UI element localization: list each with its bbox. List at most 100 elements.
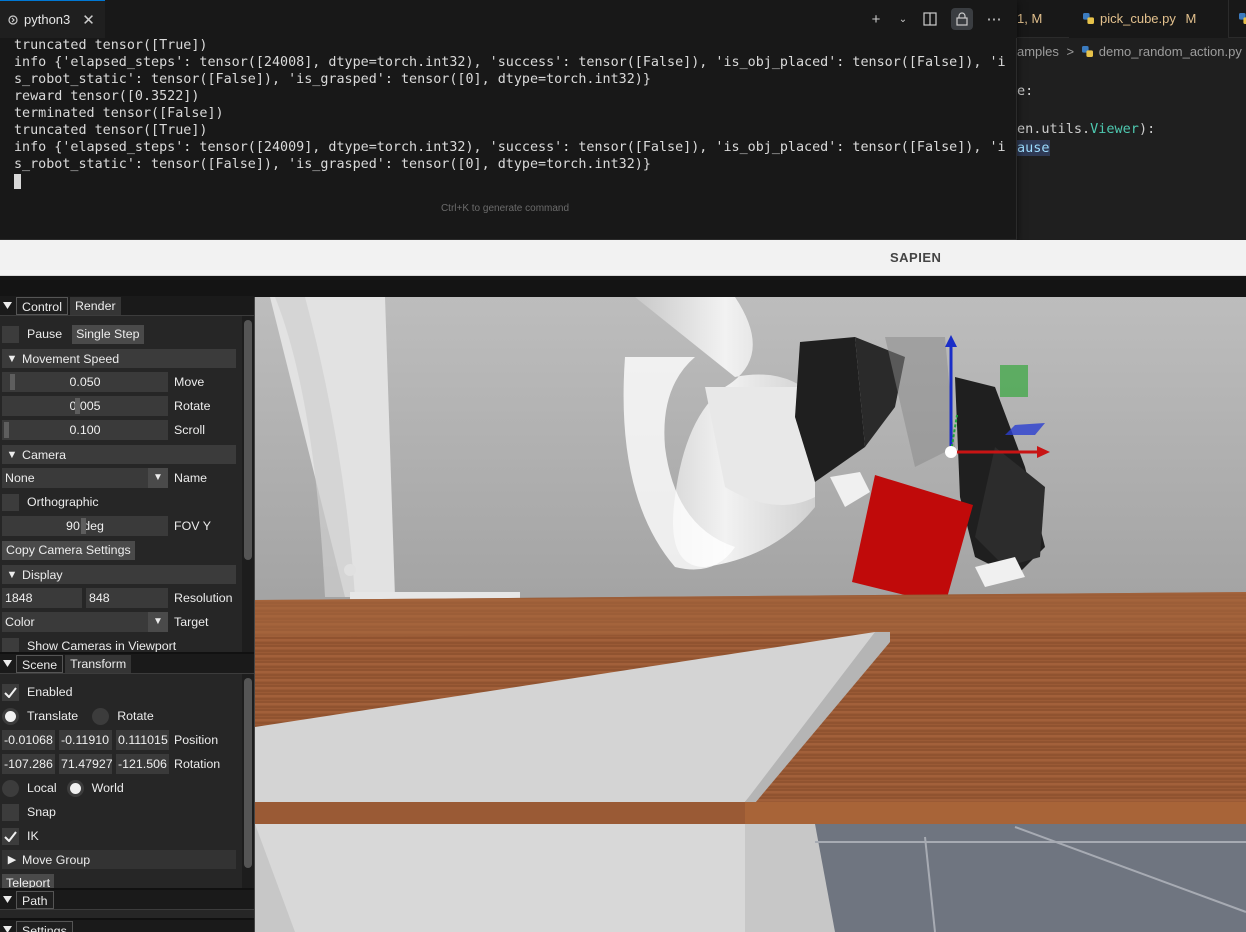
header-label: Display xyxy=(22,567,63,582)
sapien-titlebar[interactable]: SAPIEN xyxy=(0,240,1246,276)
gizmo-xz-plane xyxy=(1000,365,1028,397)
slider-value: 0.100 xyxy=(69,423,101,437)
target-dropdown[interactable]: Color ▼ xyxy=(2,612,168,632)
gizmo-mode-row: Translate Rotate xyxy=(2,706,154,726)
collapse-arrow-icon[interactable] xyxy=(0,654,14,674)
resolution-height-input[interactable]: 848 xyxy=(86,588,168,608)
terminal-hint: Ctrl+K to generate command xyxy=(440,203,570,214)
rotation-y-input[interactable]: 71.47927 xyxy=(59,754,112,774)
collapse-arrow-icon[interactable] xyxy=(0,296,14,316)
rotate-label: Rotate xyxy=(117,709,154,723)
move-group-header[interactable]: ▶ Move Group xyxy=(2,850,236,869)
terminal-cursor xyxy=(14,174,21,189)
translate-label: Translate xyxy=(27,709,79,723)
camera-name-label: Name xyxy=(174,471,208,485)
slider-grab[interactable] xyxy=(81,518,86,534)
collapse-arrow-icon[interactable] xyxy=(0,890,14,910)
terminal-tab[interactable]: python3 ✕ xyxy=(0,0,105,38)
single-step-button[interactable]: Single Step xyxy=(72,324,144,344)
dropdown-arrow-icon[interactable]: ▼ xyxy=(148,468,168,488)
scroll-thumb[interactable] xyxy=(244,678,252,868)
pause-checkbox[interactable] xyxy=(2,325,19,343)
terminal-line: info {'elapsed_steps': tensor([24008], d… xyxy=(14,55,1006,70)
translate-radio[interactable] xyxy=(2,707,19,725)
viewport-render xyxy=(255,297,1246,932)
chevron-down-icon[interactable]: ⌄ xyxy=(897,8,909,30)
path-panel: Path xyxy=(0,888,254,918)
terminal-line: truncated tensor([True]) xyxy=(14,123,208,138)
position-z-input[interactable]: 0.111015 xyxy=(116,730,169,750)
scene-scrollbar[interactable] xyxy=(242,674,254,888)
scroll-speed-slider[interactable]: 0.100 xyxy=(2,420,168,440)
fov-slider[interactable]: 90 deg xyxy=(2,516,168,536)
chevron-right-icon: ▶ xyxy=(7,854,17,866)
code-line: en.utils.Viewer): xyxy=(1017,121,1155,137)
camera-header[interactable]: ▼ Camera xyxy=(2,445,236,464)
position-x-input[interactable]: -0.01068 xyxy=(2,730,55,750)
collapse-arrow-icon[interactable] xyxy=(0,920,14,932)
move-speed-slider[interactable]: 0.050 xyxy=(2,372,168,392)
tab-path[interactable]: Path xyxy=(16,890,54,909)
3d-viewport[interactable] xyxy=(255,297,1246,932)
breadcrumb-folder[interactable]: amples xyxy=(1017,44,1059,59)
display-header[interactable]: ▼ Display xyxy=(2,565,236,584)
editor-tab-bar: 1, M pick_cube.py M xyxy=(1017,0,1246,38)
rotation-z-input[interactable]: -121.506 xyxy=(116,754,169,774)
copy-camera-settings-button[interactable]: Copy Camera Settings xyxy=(2,541,135,560)
tab-render[interactable]: Render xyxy=(69,296,121,315)
teleport-button[interactable]: Teleport xyxy=(2,874,55,888)
tab-transform[interactable]: Transform xyxy=(65,654,132,673)
gizmo-center xyxy=(945,446,957,458)
position-label: Position xyxy=(174,733,219,747)
editor-tab-partial-right[interactable] xyxy=(1229,0,1246,38)
movement-speed-header[interactable]: ▼ Movement Speed xyxy=(2,349,236,368)
editor-tab-pick-cube[interactable]: pick_cube.py M xyxy=(1069,0,1229,38)
tab-control[interactable]: Control xyxy=(16,296,68,315)
dropdown-arrow-icon[interactable]: ▼ xyxy=(148,612,168,632)
breadcrumb-file[interactable]: demo_random_action.py xyxy=(1099,44,1242,59)
close-icon[interactable]: ✕ xyxy=(82,11,95,29)
slider-grab[interactable] xyxy=(75,398,80,414)
rotation-x-input[interactable]: -107.286 xyxy=(2,754,55,774)
terminal-panel[interactable]: python3 ✕ + ⌄ ⋯ truncated tensor([True])… xyxy=(0,0,1017,240)
slider-grab[interactable] xyxy=(4,422,9,438)
local-radio[interactable] xyxy=(2,779,19,797)
tab-settings[interactable]: Settings xyxy=(16,920,73,932)
more-actions-icon[interactable]: ⋯ xyxy=(983,8,1005,30)
pause-row: Pause Single Step xyxy=(2,324,144,344)
slider-grab[interactable] xyxy=(10,374,15,390)
code-line-highlighted: ause xyxy=(1017,140,1050,156)
code-snippet[interactable]: e: en.utils.Viewer): ause xyxy=(1017,82,1155,158)
show-cameras-checkbox[interactable] xyxy=(2,637,19,652)
position-y-input[interactable]: -0.11910 xyxy=(59,730,112,750)
rotate-speed-slider[interactable]: 0.005 xyxy=(2,396,168,416)
enabled-checkbox[interactable] xyxy=(2,683,19,701)
scene-tab-bar: Scene Transform xyxy=(0,654,254,674)
world-label: World xyxy=(91,781,124,795)
scroll-thumb[interactable] xyxy=(244,320,252,560)
ik-checkbox[interactable] xyxy=(2,827,19,845)
new-terminal-icon[interactable]: + xyxy=(865,8,887,30)
modified-badge: M xyxy=(1185,11,1197,26)
control-scrollbar[interactable] xyxy=(242,316,254,652)
tab-scene[interactable]: Scene xyxy=(16,654,64,673)
settings-panel: Settings xyxy=(0,918,254,932)
rotation-label: Rotation xyxy=(174,757,221,771)
lock-icon[interactable] xyxy=(951,8,973,30)
dropdown-value: None xyxy=(5,471,35,485)
breadcrumb: amples > demo_random_action.py xyxy=(1017,44,1242,59)
input-value: -121.506 xyxy=(118,757,167,771)
camera-name-dropdown[interactable]: None ▼ xyxy=(2,468,168,488)
orthographic-checkbox[interactable] xyxy=(2,493,19,511)
split-terminal-icon[interactable] xyxy=(919,8,941,30)
input-value: 1848 xyxy=(5,591,33,605)
chevron-down-icon: ▼ xyxy=(6,352,18,365)
editor-tab-partial[interactable]: 1, M xyxy=(1017,0,1042,38)
resolution-width-input[interactable]: 1848 xyxy=(2,588,82,608)
snap-checkbox[interactable] xyxy=(2,803,19,821)
rotate-radio[interactable] xyxy=(92,707,110,725)
resolution-label: Resolution xyxy=(174,591,233,605)
world-radio[interactable] xyxy=(66,779,84,797)
ik-label: IK xyxy=(27,829,39,843)
orthographic-label: Orthographic xyxy=(27,495,99,509)
